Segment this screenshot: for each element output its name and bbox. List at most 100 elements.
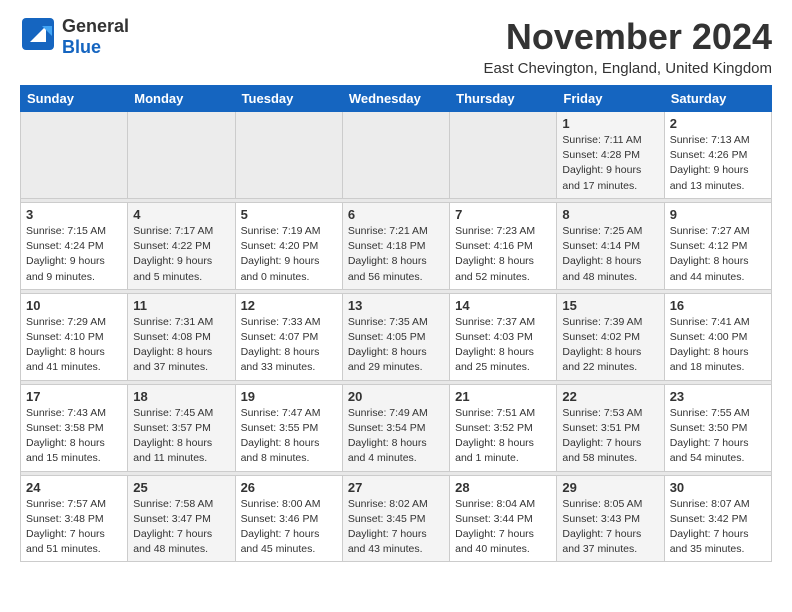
- day-info: Sunrise: 7:33 AM Sunset: 4:07 PM Dayligh…: [241, 315, 337, 376]
- month-title: November 2024: [483, 16, 772, 58]
- calendar-day-21: 21Sunrise: 7:51 AM Sunset: 3:52 PM Dayli…: [450, 384, 557, 471]
- day-number: 25: [133, 480, 229, 495]
- calendar-header-row: SundayMondayTuesdayWednesdayThursdayFrid…: [21, 86, 772, 112]
- day-number: 3: [26, 207, 122, 222]
- day-info: Sunrise: 7:11 AM Sunset: 4:28 PM Dayligh…: [562, 133, 658, 194]
- calendar-day-19: 19 Sunrise: 7:47 AM Sunset: 3:55 PM Dayli…: [235, 384, 342, 471]
- col-header-saturday: Saturday: [664, 86, 771, 112]
- day-number: 5: [241, 207, 337, 222]
- day-info: Sunrise: 7:25 AM Sunset: 4:14 PM Dayligh…: [562, 224, 658, 285]
- col-header-sunday: Sunday: [21, 86, 128, 112]
- day-info: Sunrise: 7:21 AM Sunset: 4:18 PM Dayligh…: [348, 224, 444, 285]
- calendar-day-3: 3 Sunrise: 7:15 AM Sunset: 4:24 PM Daylig…: [21, 202, 128, 289]
- calendar-day-4: 4 Sunrise: 7:17 AM Sunset: 4:22 PM Daylig…: [128, 202, 235, 289]
- calendar-day-2: 2 Sunrise: 7:13 AM Sunset: 4:26 PM Daylig…: [664, 112, 771, 199]
- calendar-day-6: 6 Sunrise: 7:21 AM Sunset: 4:18 PM Daylig…: [342, 202, 449, 289]
- day-info: Sunrise: 7:29 AM Sunset: 4:10 PM Dayligh…: [26, 315, 122, 376]
- page: General Blue November 2024 East Chevingt…: [0, 0, 792, 578]
- day-number: 20: [348, 389, 444, 404]
- day-info: Sunrise: 7:37 AM Sunset: 4:03 PM Dayligh…: [455, 315, 551, 376]
- calendar-week-row: 1 Sunrise: 7:11 AM Sunset: 4:28 PM Daylig…: [21, 112, 772, 199]
- day-number: 12: [241, 298, 337, 313]
- day-info: Sunrise: 7:41 AM Sunset: 4:00 PM Dayligh…: [670, 315, 766, 376]
- calendar-day-18: 18 Sunrise: 7:45 AM Sunset: 3:57 PM Dayli…: [128, 384, 235, 471]
- day-info: Sunrise: 8:02 AM Sunset: 3:45 PM Dayligh…: [348, 497, 444, 558]
- day-number: 9: [670, 207, 766, 222]
- calendar-day-26: 26 Sunrise: 8:00 AM Sunset: 3:46 PM Dayli…: [235, 475, 342, 562]
- day-info: Sunrise: 7:55 AM Sunset: 3:50 PM Dayligh…: [670, 406, 766, 467]
- calendar-day-17: 17 Sunrise: 7:43 AM Sunset: 3:58 PM Dayli…: [21, 384, 128, 471]
- day-number: 18: [133, 389, 229, 404]
- calendar-day-24: 24 Sunrise: 7:57 AM Sunset: 3:48 PM Dayli…: [21, 475, 128, 562]
- calendar-day-27: 27 Sunrise: 8:02 AM Sunset: 3:45 PM Dayli…: [342, 475, 449, 562]
- col-header-tuesday: Tuesday: [235, 86, 342, 112]
- day-info: Sunrise: 7:15 AM Sunset: 4:24 PM Dayligh…: [26, 224, 122, 285]
- calendar-day-29: 29 Sunrise: 8:05 AM Sunset: 3:43 PM Dayli…: [557, 475, 664, 562]
- day-number: 13: [348, 298, 444, 313]
- day-info: Sunrise: 7:45 AM Sunset: 3:57 PM Dayligh…: [133, 406, 229, 467]
- location: East Chevington, England, United Kingdom: [483, 60, 772, 77]
- calendar-day-1: 1 Sunrise: 7:11 AM Sunset: 4:28 PM Daylig…: [557, 112, 664, 199]
- day-info: Sunrise: 7:13 AM Sunset: 4:26 PM Dayligh…: [670, 133, 766, 194]
- day-info: Sunrise: 8:07 AM Sunset: 3:42 PM Dayligh…: [670, 497, 766, 558]
- day-info: Sunrise: 7:23 AM Sunset: 4:16 PM Dayligh…: [455, 224, 551, 285]
- day-info: Sunrise: 7:43 AM Sunset: 3:58 PM Dayligh…: [26, 406, 122, 467]
- day-info: Sunrise: 8:04 AM Sunset: 3:44 PM Dayligh…: [455, 497, 551, 558]
- calendar-day-8: 8 Sunrise: 7:25 AM Sunset: 4:14 PM Daylig…: [557, 202, 664, 289]
- day-number: 1: [562, 116, 658, 131]
- day-number: 14: [455, 298, 551, 313]
- calendar-day-16: 16Sunrise: 7:41 AM Sunset: 4:00 PM Dayli…: [664, 293, 771, 380]
- calendar-day-22: 22Sunrise: 7:53 AM Sunset: 3:51 PM Dayli…: [557, 384, 664, 471]
- day-number: 29: [562, 480, 658, 495]
- day-number: 30: [670, 480, 766, 495]
- day-info: Sunrise: 7:49 AM Sunset: 3:54 PM Dayligh…: [348, 406, 444, 467]
- day-number: 7: [455, 207, 551, 222]
- day-number: 10: [26, 298, 122, 313]
- day-number: 11: [133, 298, 229, 313]
- day-number: 26: [241, 480, 337, 495]
- day-number: 8: [562, 207, 658, 222]
- day-info: Sunrise: 7:17 AM Sunset: 4:22 PM Dayligh…: [133, 224, 229, 285]
- day-number: 24: [26, 480, 122, 495]
- day-number: 21: [455, 389, 551, 404]
- calendar-day-empty: [450, 112, 557, 199]
- calendar-table: SundayMondayTuesdayWednesdayThursdayFrid…: [20, 85, 772, 562]
- calendar-day-15: 15Sunrise: 7:39 AM Sunset: 4:02 PM Dayli…: [557, 293, 664, 380]
- calendar-day-13: 13 Sunrise: 7:35 AM Sunset: 4:05 PM Dayli…: [342, 293, 449, 380]
- day-info: Sunrise: 8:00 AM Sunset: 3:46 PM Dayligh…: [241, 497, 337, 558]
- logo: General Blue: [20, 16, 129, 57]
- calendar-day-10: 10 Sunrise: 7:29 AM Sunset: 4:10 PM Dayli…: [21, 293, 128, 380]
- day-info: Sunrise: 7:58 AM Sunset: 3:47 PM Dayligh…: [133, 497, 229, 558]
- day-info: Sunrise: 7:57 AM Sunset: 3:48 PM Dayligh…: [26, 497, 122, 558]
- day-number: 6: [348, 207, 444, 222]
- day-number: 27: [348, 480, 444, 495]
- calendar-day-14: 14 Sunrise: 7:37 AM Sunset: 4:03 PM Dayli…: [450, 293, 557, 380]
- col-header-thursday: Thursday: [450, 86, 557, 112]
- day-info: Sunrise: 7:31 AM Sunset: 4:08 PM Dayligh…: [133, 315, 229, 376]
- day-number: 15: [562, 298, 658, 313]
- calendar-week-row: 3 Sunrise: 7:15 AM Sunset: 4:24 PM Daylig…: [21, 202, 772, 289]
- calendar-day-23: 23Sunrise: 7:55 AM Sunset: 3:50 PM Dayli…: [664, 384, 771, 471]
- calendar-day-empty: [128, 112, 235, 199]
- calendar-day-empty: [235, 112, 342, 199]
- day-number: 28: [455, 480, 551, 495]
- calendar-day-empty: [342, 112, 449, 199]
- col-header-friday: Friday: [557, 86, 664, 112]
- calendar-day-11: 11 Sunrise: 7:31 AM Sunset: 4:08 PM Dayli…: [128, 293, 235, 380]
- col-header-wednesday: Wednesday: [342, 86, 449, 112]
- day-info: Sunrise: 8:05 AM Sunset: 3:43 PM Dayligh…: [562, 497, 658, 558]
- day-number: 4: [133, 207, 229, 222]
- day-number: 22: [562, 389, 658, 404]
- calendar-day-30: 30 Sunrise: 8:07 AM Sunset: 3:42 PM Dayli…: [664, 475, 771, 562]
- calendar-day-20: 20 Sunrise: 7:49 AM Sunset: 3:54 PM Dayli…: [342, 384, 449, 471]
- day-number: 19: [241, 389, 337, 404]
- calendar-day-12: 12 Sunrise: 7:33 AM Sunset: 4:07 PM Dayli…: [235, 293, 342, 380]
- day-info: Sunrise: 7:35 AM Sunset: 4:05 PM Dayligh…: [348, 315, 444, 376]
- logo-general: General: [62, 16, 129, 37]
- col-header-monday: Monday: [128, 86, 235, 112]
- day-info: Sunrise: 7:47 AM Sunset: 3:55 PM Dayligh…: [241, 406, 337, 467]
- day-number: 17: [26, 389, 122, 404]
- calendar-day-28: 28 Sunrise: 8:04 AM Sunset: 3:44 PM Dayli…: [450, 475, 557, 562]
- calendar-week-row: 24 Sunrise: 7:57 AM Sunset: 3:48 PM Dayli…: [21, 475, 772, 562]
- day-number: 2: [670, 116, 766, 131]
